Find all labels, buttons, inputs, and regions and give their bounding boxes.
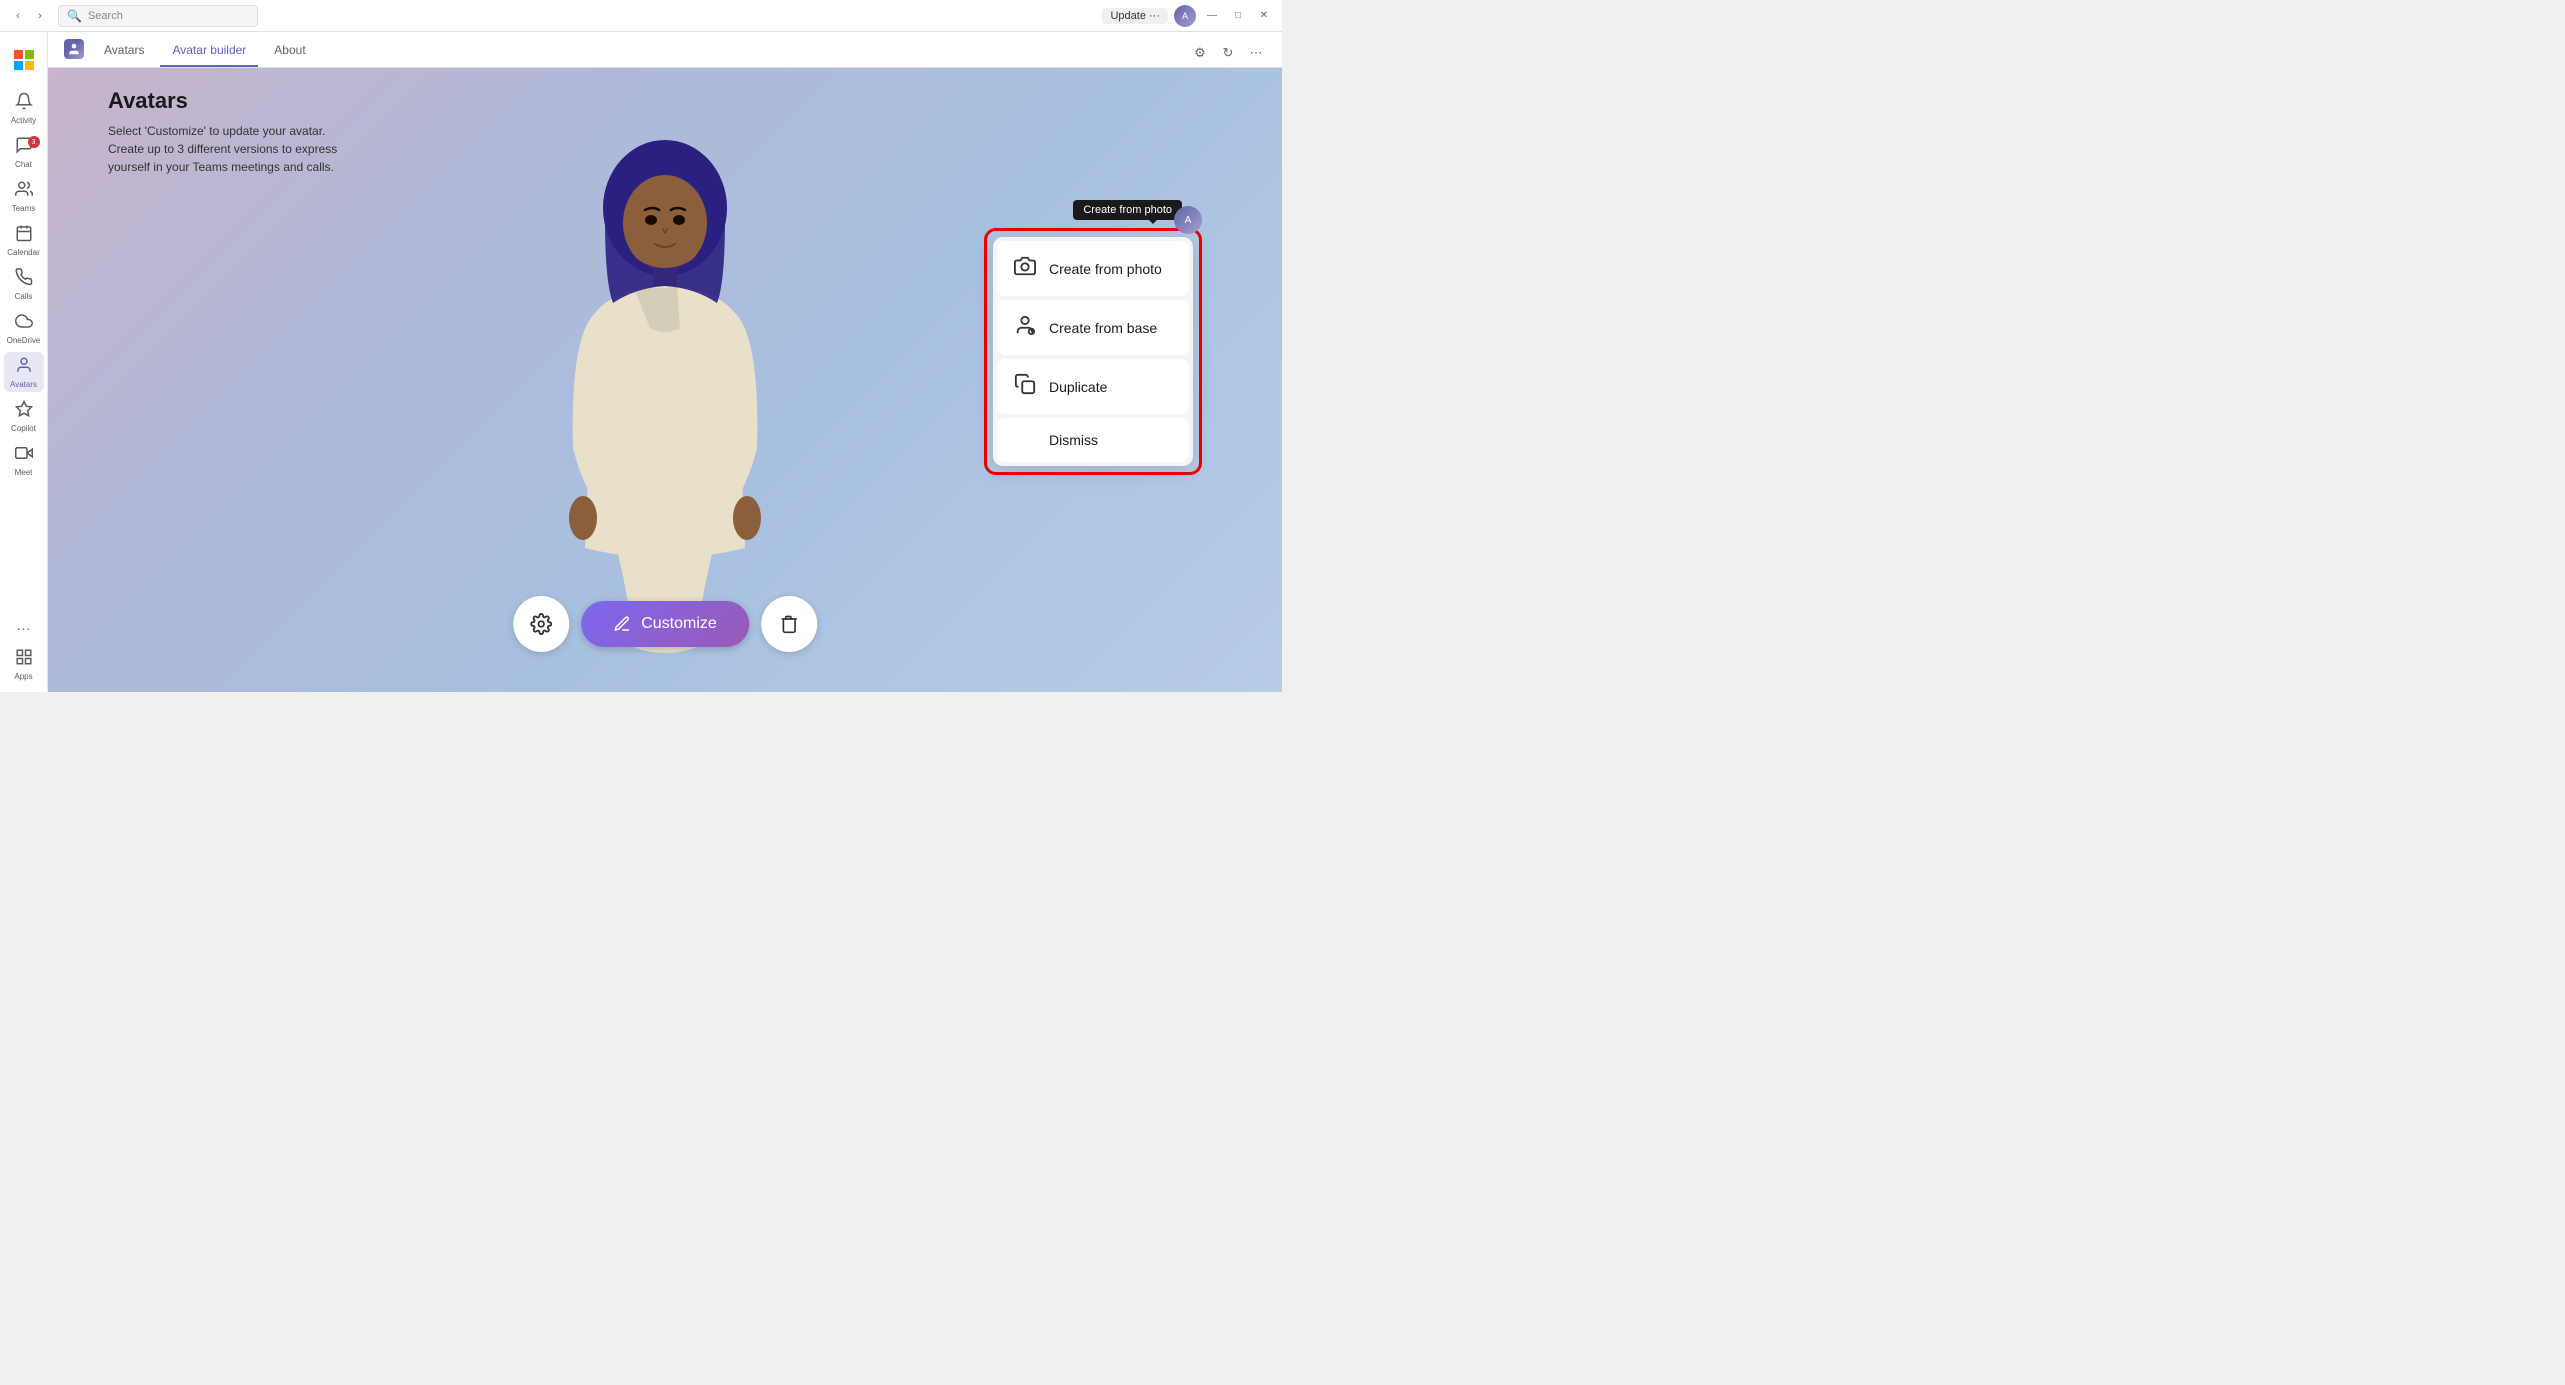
- create-from-photo-label: Create from photo: [1049, 261, 1162, 277]
- bottom-toolbar: Customize: [513, 596, 817, 652]
- sidebar-item-apps[interactable]: Apps: [4, 644, 44, 684]
- tab-avatar-builder[interactable]: Avatar builder: [160, 32, 258, 67]
- popup-menu: Create from photo: [993, 237, 1193, 466]
- sidebar-item-chat[interactable]: 3 Chat: [4, 132, 44, 172]
- tab-actions: ⚙ ↻ ⋯: [1190, 43, 1266, 63]
- activity-icon: [15, 92, 33, 115]
- sidebar-item-calendar-label: Calendar: [7, 249, 39, 257]
- sidebar-item-calls[interactable]: Calls: [4, 264, 44, 304]
- camera-icon: [1013, 255, 1037, 282]
- tab-bar: Avatars Avatar builder About ⚙ ↻ ⋯: [48, 32, 1282, 68]
- back-button[interactable]: ‹: [8, 6, 28, 26]
- sidebar-item-activity-label: Activity: [11, 117, 36, 125]
- maximize-button[interactable]: □: [1228, 6, 1248, 26]
- page-description: Select 'Customize' to update your avatar…: [108, 122, 337, 176]
- chat-badge: 3: [28, 136, 40, 148]
- popup-tooltip: Create from photo: [1073, 200, 1182, 220]
- copilot-icon: [15, 400, 33, 423]
- sidebar-item-teams[interactable]: Teams: [4, 176, 44, 216]
- tab-avatars[interactable]: Avatars: [92, 32, 156, 67]
- update-button[interactable]: Update ···: [1102, 8, 1168, 24]
- sidebar-item-activity[interactable]: Activity: [4, 88, 44, 128]
- app-icon: [64, 39, 84, 59]
- duplicate-label: Duplicate: [1049, 379, 1107, 395]
- main-content: Avatars Select 'Customize' to update you…: [48, 68, 1282, 692]
- search-bar[interactable]: 🔍 Search: [58, 5, 258, 27]
- onedrive-icon: [15, 312, 33, 335]
- sidebar-item-apps-label: Apps: [14, 673, 32, 681]
- avatars-icon: [15, 356, 33, 379]
- minimize-button[interactable]: —: [1202, 6, 1222, 26]
- search-icon: 🔍: [67, 9, 82, 23]
- dismiss-label: Dismiss: [1049, 432, 1098, 448]
- more-options-button[interactable]: ···: [4, 616, 44, 640]
- duplicate-icon: [1013, 373, 1037, 400]
- sidebar-item-chat-label: Chat: [15, 161, 32, 169]
- sidebar-item-avatars-label: Avatars: [10, 381, 37, 389]
- calendar-icon: [15, 224, 33, 247]
- sidebar-item-teams-label: Teams: [12, 205, 36, 213]
- dismiss-button[interactable]: Dismiss: [997, 418, 1189, 462]
- customize-label: Customize: [641, 615, 717, 633]
- settings-button[interactable]: [513, 596, 569, 652]
- refresh-tab-icon[interactable]: ↻: [1218, 43, 1238, 63]
- meet-icon: [15, 444, 33, 467]
- page-title: Avatars: [108, 88, 337, 114]
- popup-container: Create from photo A: [984, 228, 1202, 475]
- title-bar-left: ‹ › 🔍 Search: [8, 5, 258, 27]
- sidebar-item-calendar[interactable]: Calendar: [4, 220, 44, 260]
- sidebar-item-copilot-label: Copilot: [11, 425, 36, 433]
- create-from-photo-button[interactable]: Create from photo: [997, 241, 1189, 296]
- popup-avatar-icon: A: [1174, 206, 1202, 234]
- teams-icon: [15, 180, 33, 203]
- nav-arrows: ‹ ›: [8, 6, 50, 26]
- popup-highlight-border: Create from photo: [984, 228, 1202, 475]
- page-header: Avatars Select 'Customize' to update you…: [108, 88, 337, 176]
- sidebar-item-onedrive-label: OneDrive: [7, 337, 41, 345]
- title-bar-right: Update ··· A — □ ✕: [1102, 5, 1274, 27]
- apps-icon: [15, 648, 33, 671]
- more-tab-icon[interactable]: ⋯: [1246, 43, 1266, 63]
- title-bar: ‹ › 🔍 Search Update ··· A — □ ✕: [0, 0, 1282, 32]
- sidebar: Activity 3 Chat Teams: [0, 32, 48, 692]
- duplicate-button[interactable]: Duplicate: [997, 359, 1189, 414]
- sidebar-item-onedrive[interactable]: OneDrive: [4, 308, 44, 348]
- content-area: Avatars Avatar builder About ⚙ ↻ ⋯ Avata…: [48, 32, 1282, 692]
- sidebar-item-avatars[interactable]: Avatars: [4, 352, 44, 392]
- user-avatar[interactable]: A: [1174, 5, 1196, 27]
- sidebar-logo: [4, 40, 44, 80]
- close-button[interactable]: ✕: [1254, 6, 1274, 26]
- tab-about[interactable]: About: [262, 32, 317, 67]
- create-from-base-button[interactable]: Create from base: [997, 300, 1189, 355]
- delete-button[interactable]: [761, 596, 817, 652]
- settings-tab-icon[interactable]: ⚙: [1190, 43, 1210, 63]
- create-from-base-label: Create from base: [1049, 320, 1157, 336]
- sidebar-item-meet-label: Meet: [15, 469, 33, 477]
- sidebar-item-copilot[interactable]: Copilot: [4, 396, 44, 436]
- calls-icon: [15, 268, 33, 291]
- app-layout: Activity 3 Chat Teams: [0, 32, 1282, 692]
- avatar-settings-icon: [1013, 314, 1037, 341]
- customize-button[interactable]: Customize: [581, 601, 749, 647]
- sidebar-item-meet[interactable]: Meet: [4, 440, 44, 480]
- sidebar-item-calls-label: Calls: [15, 293, 33, 301]
- search-placeholder: Search: [88, 10, 123, 22]
- forward-button[interactable]: ›: [30, 6, 50, 26]
